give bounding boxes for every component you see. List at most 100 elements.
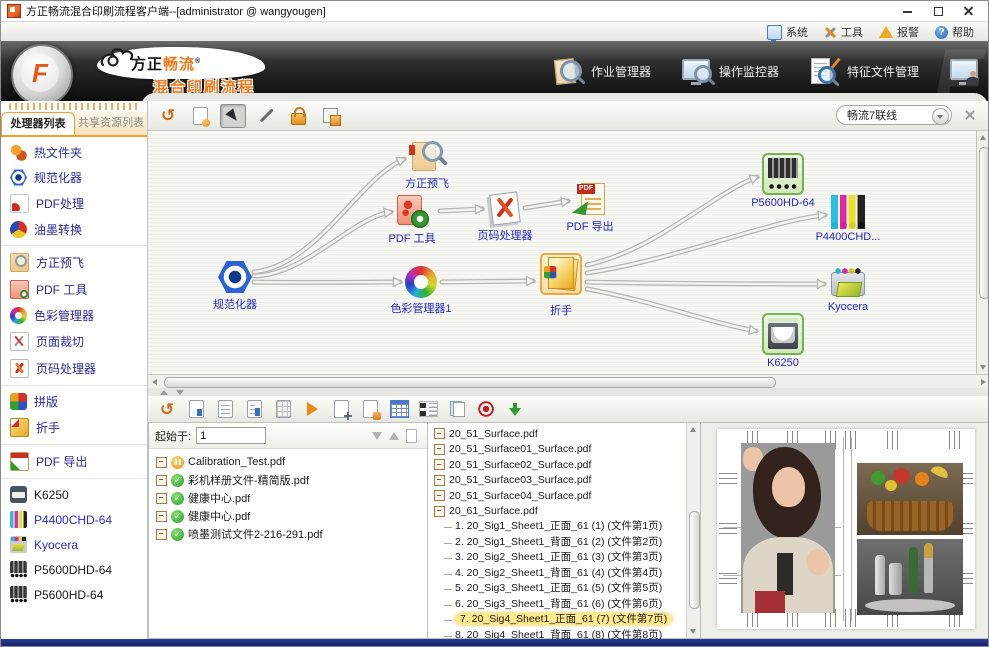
- sidebar-item-p5600dhd[interactable]: P5600DHD-64: [1, 557, 147, 582]
- tab-processor-list[interactable]: 处理器列表: [1, 112, 75, 135]
- new-flow-button[interactable]: [188, 105, 212, 127]
- job-undo-button[interactable]: ↺: [156, 399, 178, 419]
- surface-file-row[interactable]: 20_51_Surface03_Surface.pdf: [428, 473, 700, 489]
- minimize-icon[interactable]: [902, 5, 914, 17]
- surface-page-row[interactable]: 6. 20_Sig3_Sheet1_背面_61 (6) (文件第6页): [428, 597, 700, 613]
- scrollbar-thumb[interactable]: [979, 147, 989, 299]
- scroll-down-icon[interactable]: [690, 629, 696, 634]
- tree-expand-icon[interactable]: [434, 444, 445, 455]
- sidebar-item-normalizer[interactable]: 规范化器: [1, 165, 147, 190]
- flow-node-page-number[interactable]: 页码处理器: [465, 191, 545, 243]
- tree-expand-icon[interactable]: [156, 529, 167, 540]
- page-icon[interactable]: [406, 429, 417, 443]
- menu-help[interactable]: 帮助: [927, 23, 982, 41]
- sidebar-item-pdf-export[interactable]: PDF 导出: [1, 448, 147, 475]
- lock-flow-button[interactable]: [286, 105, 310, 127]
- start-at-input[interactable]: [196, 427, 266, 444]
- surface-vertical-scrollbar[interactable]: [686, 423, 700, 638]
- tree-expand-icon[interactable]: [434, 459, 445, 470]
- flow-node-kyocera[interactable]: Kyocera: [808, 267, 888, 313]
- scroll-up-icon[interactable]: [980, 135, 986, 140]
- surface-file-row[interactable]: 20_51_Surface04_Surface.pdf: [428, 488, 700, 504]
- flow-node-normalizer[interactable]: 规范化器: [195, 260, 275, 312]
- job-list-view-button[interactable]: [417, 399, 439, 419]
- scroll-left-icon[interactable]: [152, 379, 157, 385]
- new-job-button[interactable]: [185, 399, 207, 419]
- flow-node-pdf-tool[interactable]: PDF 工具: [372, 194, 452, 246]
- job-row[interactable]: 喷墨测试文件2-216-291.pdf: [151, 525, 425, 543]
- scroll-right-icon[interactable]: [981, 379, 986, 385]
- flow-node-pdf-export[interactable]: PDF PDF 导出: [550, 182, 630, 234]
- sidebar-item-hot-folder[interactable]: 热文件夹: [1, 140, 147, 165]
- menu-system[interactable]: 系统: [759, 23, 816, 41]
- job-detail-button[interactable]: [243, 399, 265, 419]
- stop-job-button[interactable]: [475, 399, 497, 419]
- splitter-up-icon[interactable]: [160, 390, 168, 395]
- sidebar-item-ink-convert[interactable]: 油墨转换: [1, 217, 147, 242]
- tab-shared-resources[interactable]: 共享资源列表: [75, 112, 147, 135]
- flow-selector-dropdown[interactable]: 畅流7联线: [836, 105, 952, 125]
- tree-expand-icon[interactable]: [156, 475, 167, 486]
- brand-logo-button[interactable]: F: [11, 44, 73, 101]
- undo-button[interactable]: ↺: [156, 105, 180, 127]
- scrollbar-thumb[interactable]: [164, 377, 776, 388]
- tree-expand-icon[interactable]: [156, 511, 167, 522]
- add-file-button[interactable]: [330, 399, 352, 419]
- select-tool-button[interactable]: [220, 104, 246, 128]
- start-job-button[interactable]: [301, 399, 323, 419]
- sidebar-item-preflight[interactable]: 方正预飞: [1, 249, 147, 276]
- sidebar-item-imposition[interactable]: 拼版: [1, 389, 147, 414]
- flow-node-color-manager[interactable]: 色彩管理器1: [381, 266, 461, 316]
- surface-page-row-selected[interactable]: 7. 20_Sig4_Sheet1_正面_61 (7) (文件第7页): [428, 612, 700, 628]
- job-report-button[interactable]: [214, 399, 236, 419]
- surface-page-row[interactable]: 2. 20_Sig1_Sheet1_背面_61 (2) (文件第2页): [428, 535, 700, 551]
- tree-expand-icon[interactable]: [434, 490, 445, 501]
- flow-node-p4400chd[interactable]: P4400CHD...: [808, 195, 888, 243]
- sidebar-item-color-manager[interactable]: 色彩管理器: [1, 303, 147, 328]
- sidebar-item-page-number[interactable]: 页码处理器: [1, 355, 147, 382]
- surface-page-row[interactable]: 3. 20_Sig2_Sheet1_正面_61 (3) (文件第3页): [428, 550, 700, 566]
- job-template-button[interactable]: [272, 399, 294, 419]
- maximize-icon[interactable]: [932, 5, 944, 17]
- job-row[interactable]: 健康中心.pdf: [151, 489, 425, 507]
- surface-file-row[interactable]: 20_61_Surface.pdf: [428, 504, 700, 520]
- job-table-view-button[interactable]: [388, 399, 410, 419]
- move-up-icon[interactable]: [389, 432, 399, 440]
- job-row[interactable]: 健康中心.pdf: [151, 507, 425, 525]
- tree-expand-icon[interactable]: [434, 475, 445, 486]
- move-down-icon[interactable]: [372, 432, 382, 440]
- sidebar-item-pdf-tool[interactable]: PDF 工具: [1, 276, 147, 303]
- save-flow-button[interactable]: [318, 105, 342, 127]
- sidebar-item-kyocera[interactable]: Kyocera: [1, 532, 147, 557]
- chevron-down-icon[interactable]: [932, 108, 949, 125]
- tree-expand-icon[interactable]: [434, 506, 445, 517]
- job-row[interactable]: 彩机样册文件-精简版.pdf: [151, 471, 425, 489]
- menu-tools[interactable]: 工具: [816, 23, 871, 41]
- sidebar-item-folding[interactable]: 折手: [1, 414, 147, 441]
- copy-job-button[interactable]: [446, 399, 468, 419]
- remove-file-button[interactable]: [359, 399, 381, 419]
- menu-alarm[interactable]: 报警: [871, 23, 927, 41]
- close-icon[interactable]: [962, 5, 974, 17]
- sidebar-item-p4400chd[interactable]: P4400CHD-64: [1, 507, 147, 532]
- flow-node-k6250[interactable]: K6250: [743, 313, 823, 369]
- flow-canvas[interactable]: 规范化器 方正预飞 PDF 工具 页码处理器 PDF PDF 导出: [148, 131, 989, 374]
- splitter-down-icon[interactable]: [176, 390, 184, 395]
- tree-expand-icon[interactable]: [156, 493, 167, 504]
- surface-page-row[interactable]: 1. 20_Sig1_Sheet1_正面_61 (1) (文件第1页): [428, 519, 700, 535]
- job-row[interactable]: Calibration_Test.pdf: [151, 453, 425, 471]
- nav-operation-monitor[interactable]: 操作监控器: [681, 57, 779, 85]
- flow-node-fold-selected[interactable]: 折手: [521, 253, 601, 318]
- flow-node-preflight[interactable]: 方正预飞: [387, 139, 467, 191]
- surface-file-row[interactable]: 20_51_Surface02_Surface.pdf: [428, 457, 700, 473]
- scrollbar-thumb[interactable]: [689, 511, 700, 609]
- flow-vertical-scrollbar[interactable]: [976, 131, 989, 374]
- sidebar-item-p5600hd[interactable]: P5600HD-64: [1, 582, 147, 607]
- scroll-up-icon[interactable]: [690, 427, 696, 432]
- connector-tool-button[interactable]: [254, 105, 278, 127]
- surface-page-row[interactable]: 4. 20_Sig2_Sheet1_背面_61 (4) (文件第4页): [428, 566, 700, 582]
- preview-page[interactable]: [717, 429, 975, 629]
- nav-profile-manager[interactable]: 特征文件管理: [809, 57, 919, 85]
- surface-file-row[interactable]: 20_51_Surface01_Surface.pdf: [428, 442, 700, 458]
- sidebar-item-pdf-process[interactable]: PDF处理: [1, 190, 147, 217]
